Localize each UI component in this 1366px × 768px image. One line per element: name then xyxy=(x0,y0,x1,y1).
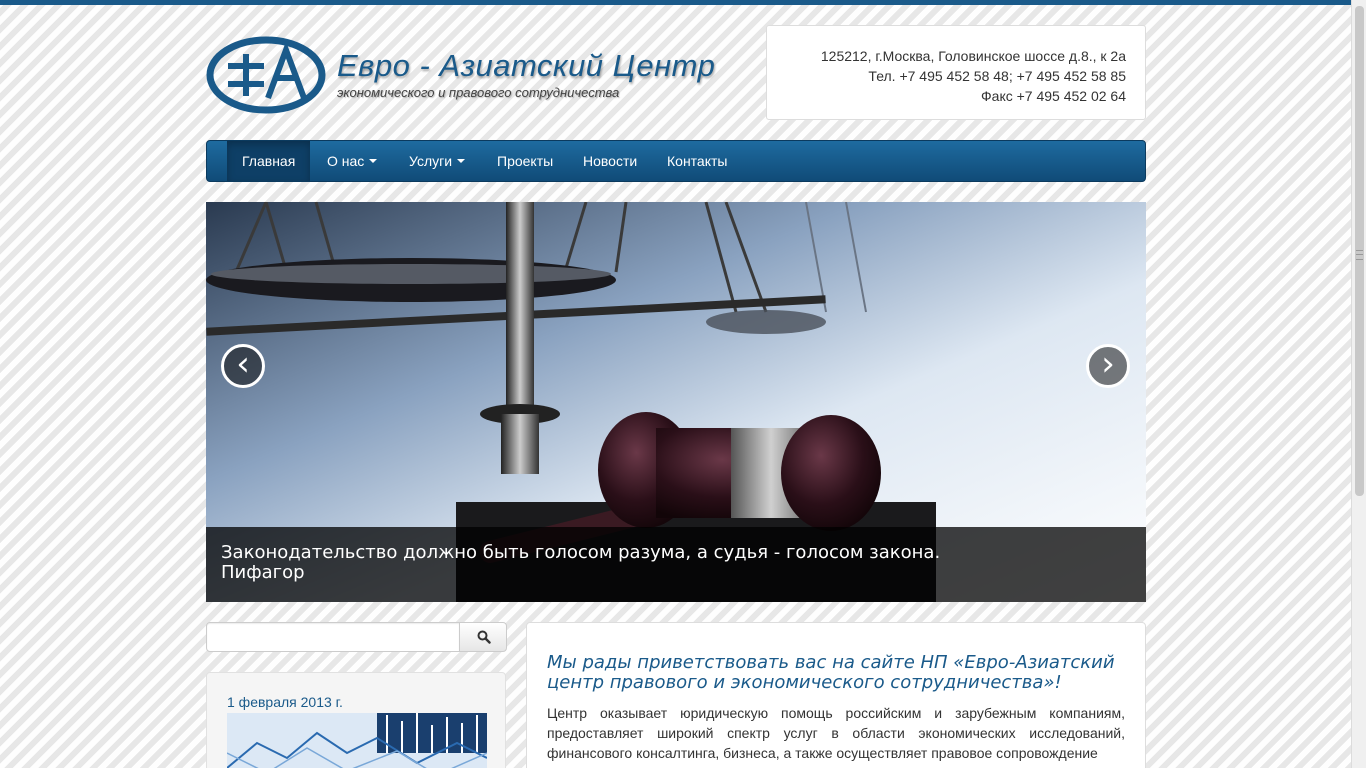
carousel-prev-button[interactable]: ‹ xyxy=(221,344,265,388)
caption-quote: Законодательство должно быть голосом раз… xyxy=(221,542,941,563)
site-logo[interactable]: Евро - Азиатский Центр экономического и … xyxy=(206,34,715,118)
nav-item-projects[interactable]: Проекты xyxy=(482,141,568,181)
search-button[interactable] xyxy=(459,622,507,652)
address-text: 125212, г.Москва, Головинское шоссе д.8.… xyxy=(820,48,1126,64)
logo-title: Евро - Азиатский Центр xyxy=(337,48,716,83)
phone-text: Тел. +7 495 452 58 48; +7 495 452 58 85 xyxy=(868,68,1126,84)
top-accent-bar xyxy=(0,0,1366,5)
main-navbar: Главная О нас Услуги Проекты Новости Кон… xyxy=(206,140,1146,182)
contact-info-box: 125212, г.Москва, Головинское шоссе д.8.… xyxy=(766,25,1146,120)
welcome-title: Мы рады приветствовать вас на сайте НП «… xyxy=(547,652,1115,693)
carousel-next-button[interactable]: › xyxy=(1086,344,1130,388)
hero-carousel: ‹ › Законодательство должно быть голосом… xyxy=(206,202,1146,602)
nav-item-contacts[interactable]: Контакты xyxy=(652,141,742,181)
news-thumbnail-image[interactable] xyxy=(227,713,487,768)
nav-item-services[interactable]: Услуги xyxy=(394,141,480,181)
logo-emblem-icon xyxy=(206,36,326,114)
search-icon xyxy=(477,630,491,644)
fax-text: Факс +7 495 452 02 64 xyxy=(981,88,1126,104)
nav-item-home[interactable]: Главная xyxy=(227,141,311,181)
nav-item-label: Проекты xyxy=(497,153,554,169)
nav-item-news[interactable]: Новости xyxy=(568,141,652,181)
caret-down-icon xyxy=(369,159,378,164)
nav-item-label: Новости xyxy=(583,153,638,169)
search-input[interactable] xyxy=(206,622,460,652)
carousel-caption: Законодательство должно быть голосом раз… xyxy=(206,527,1146,602)
news-date-link[interactable]: 1 февраля 2013 г. xyxy=(227,694,343,710)
search-form xyxy=(206,622,507,652)
logo-subtitle: экономического и правового сотрудничеств… xyxy=(337,85,620,100)
nav-item-label: Главная xyxy=(242,153,296,169)
welcome-text: Центр оказывает юридическую помощь росси… xyxy=(547,705,1125,761)
nav-item-about[interactable]: О нас xyxy=(312,141,392,181)
welcome-section: Мы рады приветствовать вас на сайте НП «… xyxy=(526,622,1146,768)
nav-item-label: О нас xyxy=(327,153,365,169)
caret-down-icon xyxy=(457,159,466,164)
scrollbar-grip-icon xyxy=(1356,250,1363,260)
page-scrollbar[interactable] xyxy=(1351,0,1366,768)
nav-item-label: Услуги xyxy=(409,153,453,169)
caption-author: Пифагор xyxy=(221,562,305,583)
news-widget: 1 февраля 2013 г. xyxy=(206,672,506,768)
nav-item-label: Контакты xyxy=(667,153,728,169)
